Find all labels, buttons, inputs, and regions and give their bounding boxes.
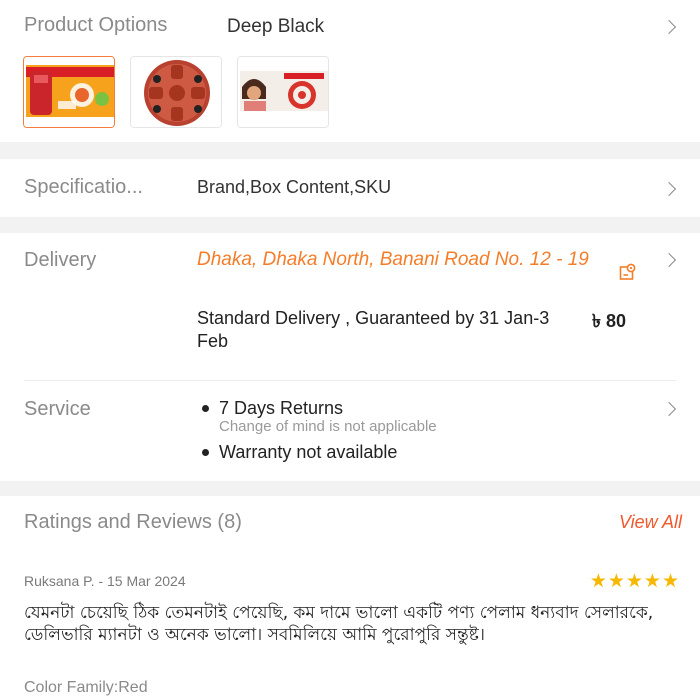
review-author-date: Ruksana P. - 15 Mar 2024 [24,573,186,589]
delivery-label: Delivery [24,249,97,271]
delivery-option: Standard Delivery , Guaranteed by 31 Jan… [197,308,550,351]
delivery-price: ৳ 80 [592,311,626,331]
service-item-returns-note: Change of mind is not applicable [219,418,437,435]
specifications-value: Brand,Box Content,SKU [197,177,392,197]
chevron-right-icon[interactable] [661,19,677,35]
review-variant: Color Family:Red [24,679,148,696]
divider [24,380,676,381]
product-options-label: Product Options [24,14,168,36]
service-item-returns: 7 Days Returns [219,398,344,418]
bullet-icon [202,449,209,456]
review-text: যেমনটা চেয়েছি ঠিক তেমনটাই পেয়েছি, কম দ… [24,603,654,645]
service-item-warranty: Warranty not available [219,442,398,462]
thumb-model-with-product[interactable] [237,56,329,128]
service-label: Service [24,398,91,420]
thumb-product-box[interactable] [23,56,115,128]
ratings-reviews-section: Ratings and Reviews (8) View All Ruksana… [0,496,700,700]
edit-location-icon[interactable] [619,263,637,286]
delivery-address[interactable]: Dhaka, Dhaka North, Banani Road No. 12 -… [197,248,617,272]
view-all-link[interactable]: View All [619,512,682,533]
ratings-title: Ratings and Reviews (8) [24,511,242,533]
delivery-service-section: Delivery Dhaka, Dhaka North, Banani Road… [0,233,700,481]
star-rating: ★★★★★ [589,571,680,592]
specifications-section[interactable]: Specificatio... Brand,Box Content,SKU [0,159,700,217]
specifications-label: Specificatio... [24,176,143,198]
chevron-right-icon[interactable] [661,252,677,268]
product-options-section[interactable]: Product Options Deep Black [0,0,700,142]
bullet-icon [202,405,209,412]
chevron-right-icon[interactable] [661,401,677,417]
chevron-right-icon[interactable] [661,181,677,197]
product-options-value: Deep Black [227,16,325,37]
thumb-red-gadget[interactable] [130,56,222,128]
